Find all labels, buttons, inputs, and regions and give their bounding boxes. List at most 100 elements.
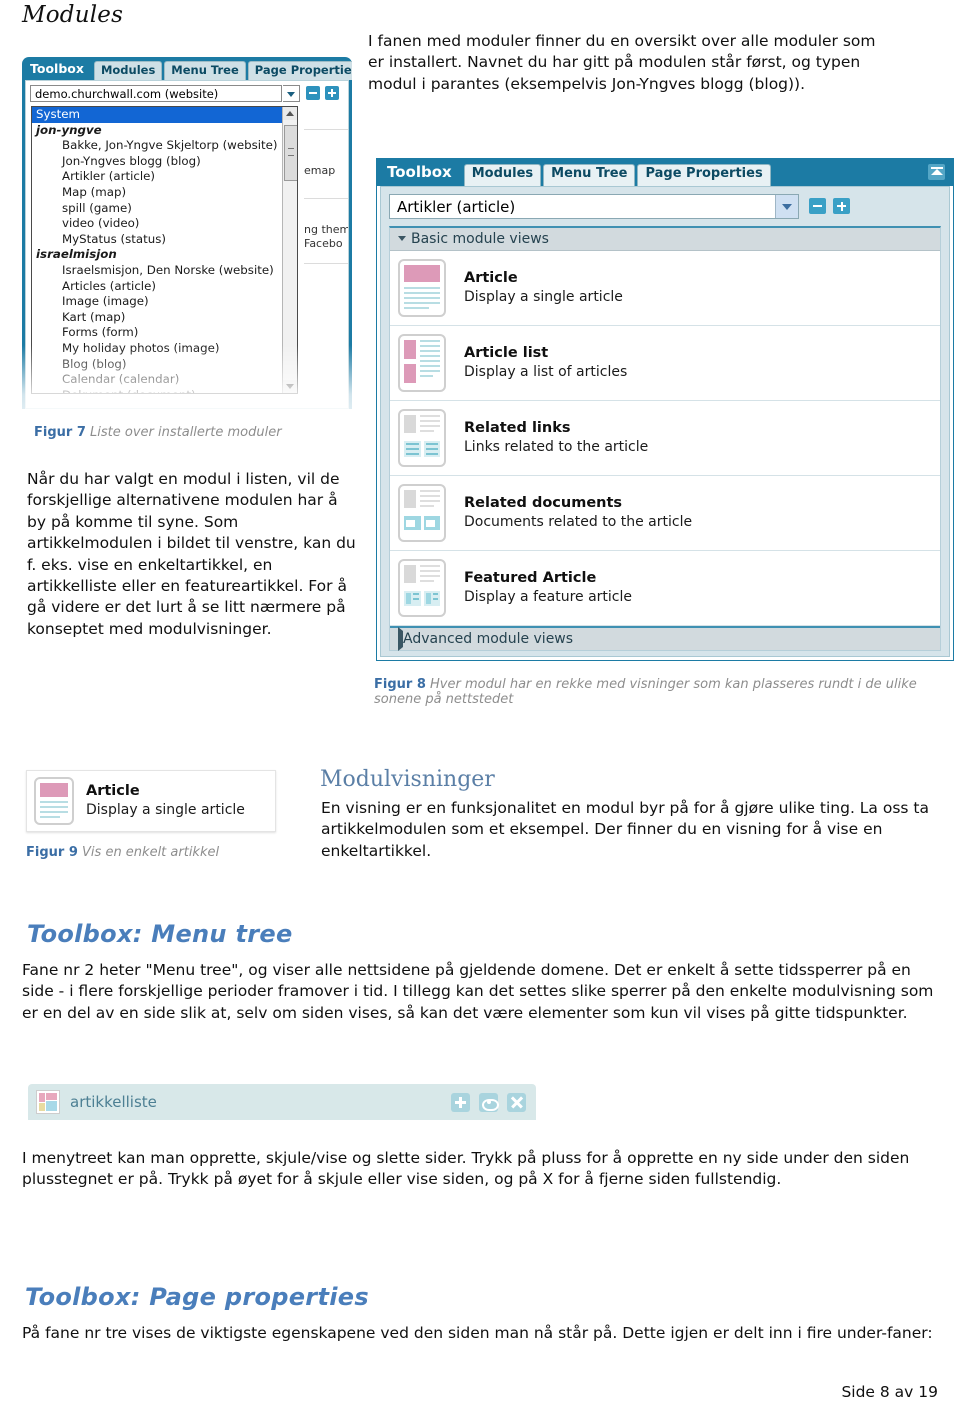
intro-paragraph: I fanen med moduler finner du en oversik… bbox=[368, 32, 876, 93]
background-fragment-facebook: Facebo bbox=[304, 237, 343, 250]
minus-icon[interactable] bbox=[809, 198, 826, 214]
list-group-header: jon-yngve bbox=[36, 122, 102, 137]
group-header-label: Basic module views bbox=[411, 231, 549, 247]
toolbox-tab-bar: Toolbox Modules Menu Tree Page Propertie… bbox=[22, 57, 352, 80]
background-divider bbox=[304, 129, 348, 130]
figure8-caption-text: Hver modul har en rekke med visninger so… bbox=[374, 677, 917, 707]
tab-page-properties[interactable]: Page Properties bbox=[637, 164, 771, 186]
article-list-thumb-icon bbox=[398, 334, 446, 392]
page-footer: Side 8 av 19 bbox=[841, 1383, 938, 1401]
modulvisninger-paragraph: En visning er en funksjonalitet en modul… bbox=[321, 799, 929, 860]
toolbox-panel-body: demo.churchwall.com (website) emap ng th… bbox=[25, 80, 349, 409]
module-view-row[interactable]: Related links Links related to the artic… bbox=[390, 401, 940, 476]
menu-tree-page-row[interactable]: artikkelliste bbox=[28, 1084, 536, 1120]
tab-modules[interactable]: Modules bbox=[93, 61, 163, 80]
figure8-caption: Figur 8 Hver modul har en rekke med visn… bbox=[374, 677, 960, 707]
group-header-advanced-module-views[interactable]: Advanced module views bbox=[390, 626, 940, 651]
modulvisninger-heading: Modulvisninger bbox=[320, 767, 495, 792]
page-row-label: artikkelliste bbox=[70, 1093, 157, 1111]
chevron-down-icon bbox=[398, 236, 406, 241]
tab-page-properties[interactable]: Page Properties bbox=[247, 61, 352, 80]
module-view-title: Related links bbox=[464, 420, 571, 437]
list-item[interactable]: Image (image) bbox=[32, 294, 297, 310]
plus-icon[interactable] bbox=[451, 1092, 470, 1112]
figure9-caption-label: Figur 9 bbox=[26, 845, 78, 860]
background-divider bbox=[304, 198, 348, 199]
left-paragraph: Når du har valgt en modul i listen, vil … bbox=[27, 470, 356, 638]
dropdown-scrollbar[interactable] bbox=[282, 107, 297, 393]
list-item[interactable]: Artikler (article) bbox=[32, 169, 297, 185]
list-item[interactable]: Map (map) bbox=[32, 185, 297, 201]
module-view-text: Related links Links related to the artic… bbox=[464, 420, 648, 456]
scrollbar-thumb[interactable] bbox=[284, 125, 297, 181]
page-properties-paragraph: På fane nr tre vises de viktigste egensk… bbox=[22, 1324, 933, 1342]
module-view-title: Featured Article bbox=[464, 570, 597, 587]
group-header-label: Advanced module views bbox=[403, 631, 574, 647]
list-item[interactable]: spill (game) bbox=[32, 201, 297, 217]
plus-icon[interactable] bbox=[833, 198, 850, 214]
module-select-row: demo.churchwall.com (website) bbox=[30, 85, 344, 104]
toolbox-panel-frame: Toolbox Modules Menu Tree Page Propertie… bbox=[22, 57, 352, 409]
figure9-caption: Figur 9 Vis en enkelt artikkel bbox=[26, 845, 219, 860]
module-view-description: Display a list of articles bbox=[464, 363, 628, 380]
plus-icon[interactable] bbox=[325, 86, 339, 100]
list-item[interactable]: Jon-Yngves blogg (blog) bbox=[32, 154, 297, 170]
minus-icon[interactable] bbox=[306, 86, 320, 100]
module-view-row[interactable]: Related documents Documents related to t… bbox=[390, 476, 940, 551]
module-select-input[interactable]: Artikler (article) bbox=[389, 194, 799, 219]
list-item[interactable]: video (video) bbox=[32, 216, 297, 232]
tab-menu-tree[interactable]: Menu Tree bbox=[543, 164, 636, 186]
menu-tree-paragraph-1: Fane nr 2 heter "Menu tree", og viser al… bbox=[22, 961, 934, 1022]
figure8-caption-label: Figur 8 bbox=[374, 677, 426, 692]
list-item[interactable]: Israelsmisjon, Den Norske (website) bbox=[32, 263, 297, 279]
list-item[interactable]: Dokument (document) bbox=[32, 388, 297, 393]
tab-menu-tree[interactable]: Menu Tree bbox=[164, 61, 246, 80]
page-title: Modules bbox=[22, 2, 124, 28]
list-item[interactable]: Blog (blog) bbox=[32, 357, 297, 373]
tab-toolbox[interactable]: Toolbox bbox=[385, 162, 462, 186]
chevron-down-icon[interactable] bbox=[283, 85, 300, 102]
list-group-header: israelmisjon bbox=[36, 247, 117, 262]
eye-icon[interactable] bbox=[479, 1092, 499, 1112]
list-item[interactable]: Calendar (calendar) bbox=[32, 372, 297, 388]
tab-modules[interactable]: Modules bbox=[463, 164, 542, 186]
module-view-row[interactable]: Article Display a single article bbox=[390, 251, 940, 326]
module-view-description: Links related to the article bbox=[464, 438, 649, 455]
collapse-panel-icon[interactable] bbox=[928, 164, 945, 180]
group-header-basic-module-views[interactable]: Basic module views bbox=[390, 228, 940, 251]
toolbox2-panel-body: Artikler (article) Basic module views Ar… bbox=[380, 186, 950, 657]
scroll-down-icon[interactable] bbox=[283, 380, 297, 393]
module-view-description: Display a single article bbox=[464, 288, 623, 305]
module-view-text: Article Display a single article bbox=[464, 270, 623, 306]
background-fragment-them: ng them bbox=[304, 223, 349, 236]
figure8-screenshot: Toolbox Modules Menu Tree Page Propertie… bbox=[376, 158, 954, 661]
module-select-input[interactable]: demo.churchwall.com (website) bbox=[30, 85, 282, 102]
article-list-thumb-icon bbox=[36, 1090, 60, 1114]
module-view-description: Documents related to the article bbox=[464, 513, 693, 530]
module-view-title: Article bbox=[464, 270, 518, 287]
list-item[interactable]: My holiday photos (image) bbox=[32, 341, 297, 357]
close-icon[interactable] bbox=[507, 1092, 526, 1112]
module-select-row: Artikler (article) bbox=[389, 194, 941, 220]
menu-tree-paragraph-2: I menytreet kan man opprette, skjule/vis… bbox=[22, 1149, 910, 1189]
module-view-title: Related documents bbox=[464, 495, 623, 512]
toolbox2-tab-bar: Toolbox Modules Menu Tree Page Propertie… bbox=[377, 159, 953, 186]
list-item[interactable]: Forms (form) bbox=[32, 325, 297, 341]
scroll-up-icon[interactable] bbox=[283, 107, 297, 120]
module-view-row[interactable]: Featured Article Display a feature artic… bbox=[390, 551, 940, 626]
module-dropdown-list[interactable]: System jon-yngve Bakke, Jon-Yngve Skjelt… bbox=[31, 106, 298, 394]
list-item[interactable]: MyStatus (status) bbox=[32, 232, 297, 248]
list-item[interactable]: Kart (map) bbox=[32, 310, 297, 326]
module-view-description: Display a feature article bbox=[464, 588, 632, 605]
module-view-row[interactable]: Article list Display a list of articles bbox=[390, 326, 940, 401]
background-fragment-sitemap: emap bbox=[304, 164, 336, 177]
chevron-down-icon[interactable] bbox=[775, 195, 798, 218]
module-view-text: Article list Display a list of articles bbox=[464, 345, 627, 381]
list-item[interactable]: Bakke, Jon-Yngve Skjeltorp (website) bbox=[32, 138, 297, 154]
list-item[interactable]: System bbox=[32, 107, 297, 123]
figure7-screenshot: Toolbox Modules Menu Tree Page Propertie… bbox=[22, 57, 352, 409]
list-item[interactable]: Articles (article) bbox=[32, 279, 297, 295]
related-links-thumb-icon bbox=[398, 409, 446, 467]
tab-toolbox[interactable]: Toolbox bbox=[27, 60, 92, 80]
background-divider bbox=[304, 263, 348, 264]
